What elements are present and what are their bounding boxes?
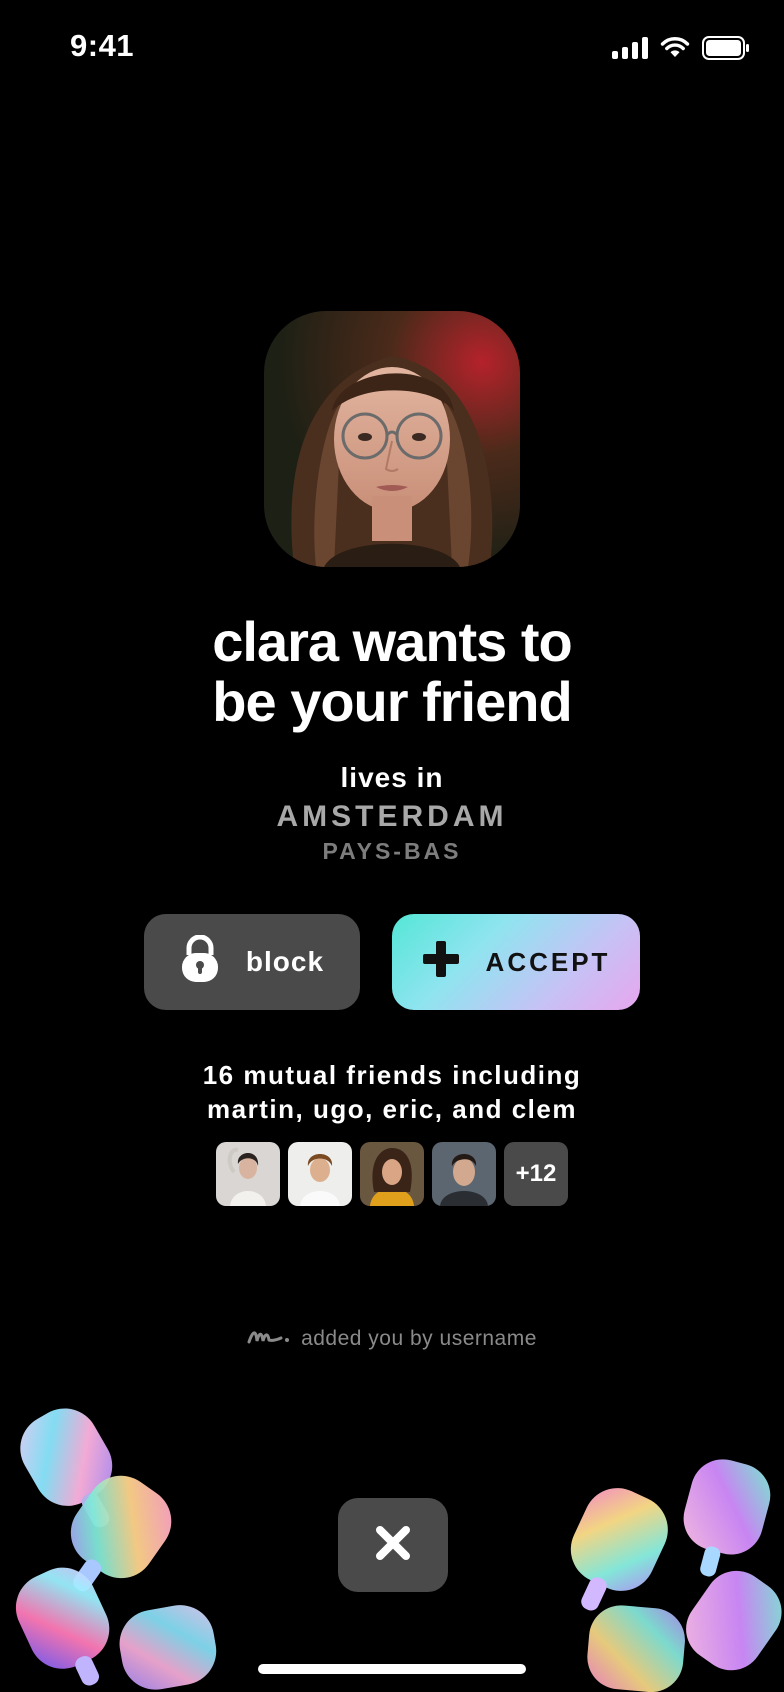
home-indicator[interactable] [258,1664,526,1674]
more-mutual-friends-badge[interactable]: +12 [504,1142,568,1206]
added-by-text: added you by username [301,1327,537,1350]
city-name: AMSTERDAM [276,800,508,833]
mutual-friend-avatar[interactable] [288,1142,352,1206]
mutual-friend-avatar[interactable] [216,1142,280,1206]
mutual-friends-count: 16 mutual friends including [202,1060,582,1090]
status-bar: 9:41 [0,0,784,100]
accept-button[interactable]: ACCEPT [392,914,640,1010]
accept-button-label: ACCEPT [485,946,611,977]
status-time: 9:41 [70,28,135,63]
profile-avatar [264,311,520,567]
lives-in-label: lives in [340,762,444,793]
popsicle-decoration-right [570,1459,782,1692]
mutual-friend-avatar[interactable] [360,1142,424,1206]
mutual-friend-avatar[interactable] [432,1142,496,1206]
headline-line-2: be your friend [212,670,572,733]
status-icons [612,36,750,60]
wifi-icon [660,37,690,59]
close-button[interactable] [338,1498,448,1592]
friend-request-headline: clara wants to be your friend [0,612,784,732]
added-by-info: added you by username [0,1326,784,1352]
mutual-friends-avatars: +12 [216,1142,568,1206]
plus-icon [422,940,460,985]
signature-icon [247,1326,291,1352]
close-icon [374,1524,412,1567]
lock-icon [180,934,220,990]
headline-line-1: clara wants to [212,610,572,673]
mutual-friends-names: martin, ugo, eric, and clem [207,1094,577,1124]
cellular-signal-icon [612,37,648,59]
country-name: PAYS-BAS [322,838,462,864]
mutual-friends-text: 16 mutual friends including martin, ugo,… [0,1058,784,1126]
block-button[interactable]: block [144,914,360,1010]
battery-icon [702,36,750,60]
block-button-label: block [245,946,325,977]
popsicle-decoration-left [15,1408,217,1690]
